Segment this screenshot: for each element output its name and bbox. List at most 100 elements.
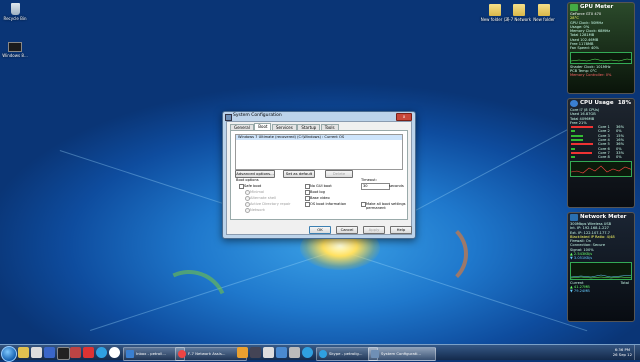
gpu-meter-header: GPU Meter: [568, 3, 634, 12]
core-list: Core 1 36% Core 2 0% Core 3 15% Core 4 16% Core …: [568, 125, 634, 159]
make-permanent-label: Make all boot settings permanent: [366, 201, 406, 210]
timeout-unit: seconds: [389, 183, 404, 188]
skype-icon[interactable]: [96, 347, 107, 358]
boot-options-label: Boot options: [236, 178, 259, 182]
option-label: No GUI boot: [310, 183, 332, 188]
core-value: 0%: [616, 155, 622, 160]
dropbox-icon[interactable]: [276, 347, 287, 358]
skype2-icon[interactable]: [302, 347, 313, 358]
cancel-button[interactable]: Cancel: [336, 226, 358, 234]
close-icon: x: [402, 114, 406, 119]
chrome-icon: [178, 349, 186, 358]
recycle-bin-icon: [10, 3, 20, 15]
system-configuration-dialog: System Configuration x General Boot Serv…: [222, 111, 416, 239]
skype-icon: [319, 349, 327, 358]
network-meter-header: Network Meter: [568, 213, 634, 222]
core-usage-bar: [571, 151, 592, 154]
safe-boot-label: Safe boot: [244, 183, 262, 188]
system-clock[interactable]: 6:36 PM 26 Sep 12: [613, 347, 632, 357]
boot-tab-panel: Windows 7 Ultimate (recovered) (C:\Windo…: [230, 130, 408, 220]
cpu-usage-title: CPU Usage: [580, 100, 614, 106]
set-as-default-button[interactable]: Set as default: [283, 170, 315, 178]
cmd-icon[interactable]: [57, 347, 70, 360]
apply-button[interactable]: Apply: [363, 226, 385, 234]
delete-button[interactable]: Delete: [325, 170, 353, 178]
desktop-icon-label: New folder: [533, 17, 555, 22]
net-graph-line: [571, 274, 631, 278]
taskbar-window-label: Skype - petrolig...: [329, 350, 363, 356]
taskbar-window-label: Inbox - petroll...: [136, 350, 166, 356]
net-total-label: Total: [620, 280, 629, 285]
notepad-icon[interactable]: [31, 347, 42, 358]
app3-icon[interactable]: [289, 347, 300, 358]
core-row: Core 8 0%: [568, 155, 634, 159]
gpu-icon: [570, 4, 578, 11]
folder-icon: [513, 4, 525, 16]
core-usage-bar: [571, 147, 575, 150]
app-icon[interactable]: [83, 347, 94, 358]
taskbar: Inbox - petroll... F-7 Network Assis... …: [0, 344, 640, 362]
close-button[interactable]: x: [396, 113, 412, 121]
dialog-titlebar[interactable]: System Configuration x: [223, 112, 415, 121]
app2-icon[interactable]: [263, 347, 274, 358]
net-current-down: ▼ 79.24MB: [570, 289, 590, 294]
core-usage-bar: [571, 130, 575, 133]
gpu-line: Memory Controller: 0%: [570, 73, 612, 78]
gpu-graph: [570, 51, 632, 64]
desktop-icon-new-folder[interactable]: New folder: [529, 4, 559, 22]
timeout-label: Timeout:: [361, 178, 377, 182]
filezilla-icon[interactable]: [70, 347, 81, 358]
net-down-value: 3.051KB/s: [573, 256, 593, 261]
cpu-graph-line: [571, 165, 631, 173]
cpu-usage-gadget[interactable]: CPU Usage 18% Core i7 (8 CPUs) Used 16.8…: [567, 98, 635, 208]
safe-mode-label: Active Directory repair: [250, 201, 291, 206]
os-list-item[interactable]: Windows 7 Ultimate (recovered) (C:\Windo…: [236, 135, 402, 140]
intel-logo-icon: [570, 100, 578, 107]
cpu-usage-percent: 18%: [617, 100, 631, 106]
timeout-input[interactable]: 30: [361, 183, 390, 190]
taskbar-window-label: F-7 Network Assis...: [188, 350, 226, 356]
gpu-graph-line: [571, 58, 631, 61]
network-icon: [570, 214, 578, 221]
start-button[interactable]: [1, 345, 17, 362]
safe-mode-label: Network: [250, 207, 266, 212]
net-download-speed: ▼ 3.051KB/s: [570, 256, 593, 261]
network-meter-gadget[interactable]: Network Meter 300Mbps Wireless USB Int. …: [567, 212, 635, 322]
help-button[interactable]: Help: [390, 226, 412, 234]
desktop-icon-windows8[interactable]: Windows 8...: [0, 42, 30, 58]
desktop-icon-recycle-bin[interactable]: Recycle Bin: [0, 3, 30, 21]
desktop-icon-label: Recycle Bin: [3, 16, 27, 21]
net-graph: [570, 261, 632, 280]
option-label: Base video: [310, 195, 330, 200]
ok-button[interactable]: OK: [309, 226, 331, 234]
steam-icon[interactable]: [250, 347, 261, 358]
option-label: Boot log: [310, 189, 325, 194]
option-label: OS boot information: [310, 201, 347, 206]
clock-date: 26 Sep 12: [612, 352, 632, 357]
pin-icon[interactable]: [237, 347, 248, 358]
clock-icon[interactable]: [109, 347, 120, 358]
advanced-options-button[interactable]: Advanced options...: [235, 170, 275, 178]
folder-icon: [538, 4, 550, 16]
taskbar-window-msconfig[interactable]: System Configurati...: [368, 346, 436, 361]
core-usage-bar: [571, 143, 593, 146]
cpu-usage-header: CPU Usage 18%: [568, 99, 634, 108]
core-usage-bar: [571, 156, 575, 159]
core-usage-bar: [571, 139, 583, 142]
os-list[interactable]: Windows 7 Ultimate (recovered) (C:\Windo…: [235, 134, 403, 170]
remote-desktop-icon[interactable]: [44, 347, 55, 358]
gpu-meter-gadget[interactable]: GPU Meter GeForce GTX 470 28°C GPU Clock…: [567, 2, 635, 94]
gpu-line: Fan Speed: 40%: [570, 46, 599, 51]
terminal-icon: [8, 42, 22, 52]
network-meter-title: Network Meter: [580, 214, 627, 220]
safe-mode-label: Alternate shell: [250, 195, 277, 200]
core-name: Core 8: [598, 155, 610, 160]
taskbar-window-label: System Configurati...: [381, 350, 422, 356]
msconfig-icon: [225, 113, 232, 121]
explorer-icon[interactable]: [18, 347, 29, 358]
show-desktop-button[interactable]: [634, 345, 640, 360]
dialog-body: General Boot Services Startup Tools Wind…: [226, 121, 412, 235]
cpu-graph: [570, 160, 632, 177]
gpu-meter-title: GPU Meter: [580, 4, 614, 10]
desktop-icon-label: Windows 8...: [2, 53, 28, 58]
